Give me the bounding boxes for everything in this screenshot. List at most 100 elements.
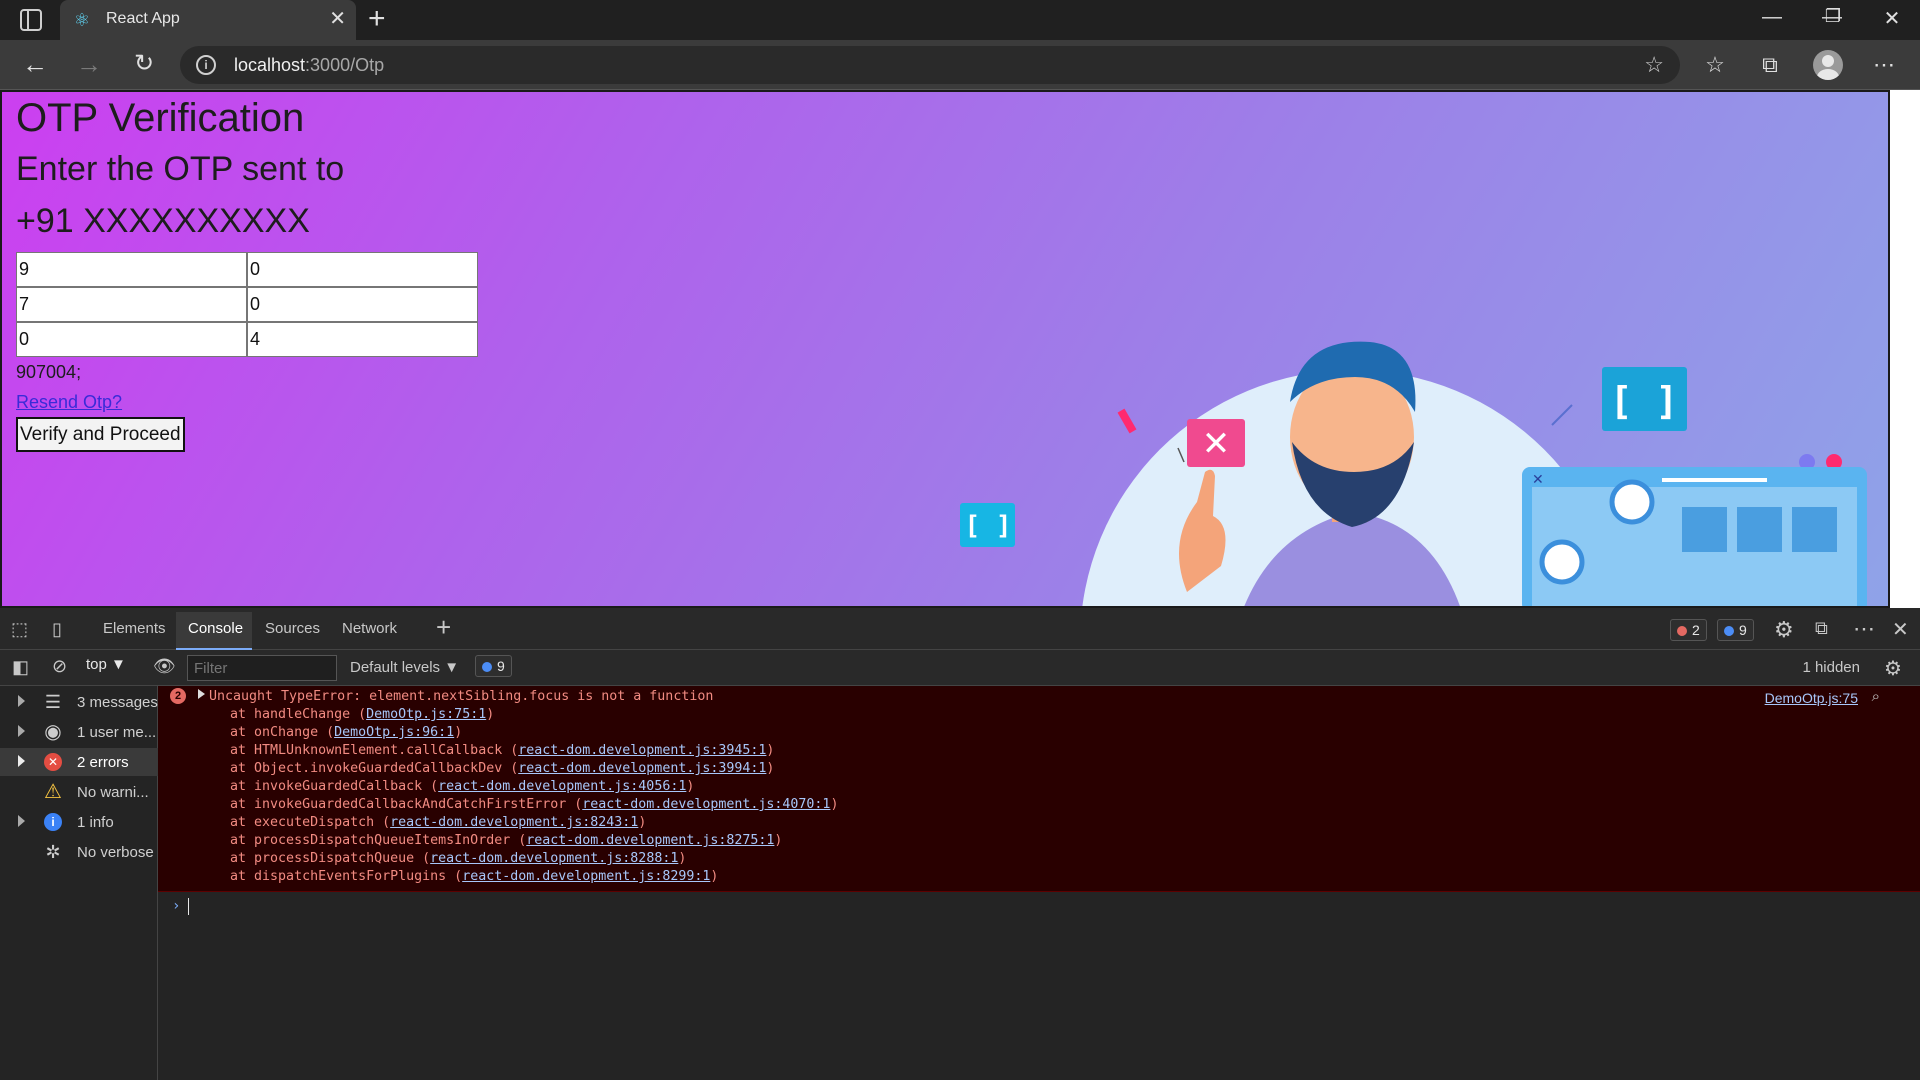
new-tab-icon[interactable]: + <box>368 4 386 34</box>
clear-console-icon[interactable]: ⊘ <box>52 656 67 677</box>
close-window-icon[interactable]: ✕ <box>1872 6 1912 31</box>
favorites-icon[interactable]: ☆ <box>1697 50 1733 80</box>
stack-frame: at dispatchEventsForPlugins (react-dom.d… <box>198 869 719 884</box>
settings-gear-icon[interactable]: ⚙ <box>1774 617 1794 643</box>
error-message[interactable]: 2 Uncaught TypeError: element.nextSiblin… <box>158 686 1920 892</box>
console-prompt-icon: › <box>172 898 181 914</box>
sidebar-item-warnings[interactable]: ⚠ No warni... <box>0 778 158 806</box>
stack-frame-link[interactable]: react-dom.development.js:8288:1 <box>430 851 678 866</box>
sidebar-item-messages[interactable]: ☰ 3 messages <box>0 688 158 716</box>
expand-caret-icon[interactable] <box>18 755 25 767</box>
stack-frame: at HTMLUnknownElement.callCallback (reac… <box>198 743 775 758</box>
console-sidebar: ☰ 3 messages ◉ 1 user me... ✕ 2 errors ⚠… <box>0 686 158 1080</box>
stack-frame-link[interactable]: react-dom.development.js:4056:1 <box>438 779 686 794</box>
stack-frame-link[interactable]: react-dom.development.js:3945:1 <box>518 743 766 758</box>
stack-frame: at onChange (DemoOtp.js:96:1) <box>198 725 463 740</box>
tab-network[interactable]: Network <box>342 620 397 637</box>
dock-side-icon[interactable]: ⧉ <box>1815 618 1828 639</box>
info-count-badge[interactable]: 9 <box>1717 619 1754 641</box>
sidebar-toggle-icon[interactable]: ◧ <box>12 657 29 678</box>
address-toolbar: ← → ↻ i localhost:3000/Otp ☆ ☆ ⧉ ⋯ <box>0 40 1920 90</box>
stack-frame-link[interactable]: react-dom.development.js:8299:1 <box>462 869 710 884</box>
error-icon: ✕ <box>44 753 62 771</box>
otp-input-6[interactable] <box>247 322 478 357</box>
device-toolbar-icon[interactable]: ▯ <box>52 619 62 640</box>
sidebar-item-verbose[interactable]: ✲ No verbose <box>0 838 158 866</box>
error-text: Uncaught TypeError: element.nextSibling.… <box>198 689 839 884</box>
issues-badge[interactable]: 9 <box>475 655 512 677</box>
stack-frame: at executeDispatch (react-dom.developmen… <box>198 815 647 830</box>
stack-frame: at handleChange (DemoOtp.js:75:1) <box>198 707 495 722</box>
error-source-link[interactable]: DemoOtp.js:75 <box>1765 690 1858 706</box>
sidebar-item-errors[interactable]: ✕ 2 errors <box>0 748 158 776</box>
console-filter-input[interactable] <box>187 655 337 681</box>
tab-title: React App <box>106 10 180 27</box>
stack-frame: at invokeGuardedCallback (react-dom.deve… <box>198 779 695 794</box>
page-scrollbar[interactable] <box>1890 90 1920 608</box>
search-icon[interactable]: ⌕ <box>1872 688 1880 705</box>
stack-frame-link[interactable]: DemoOtp.js:75:1 <box>366 707 486 722</box>
sidebar-item-user-messages[interactable]: ◉ 1 user me... <box>0 718 158 746</box>
customize-menu-icon[interactable]: ⋯ <box>1853 616 1875 642</box>
svg-text:[ ]: [ ] <box>1610 379 1679 423</box>
browser-tab[interactable]: ⚛ React App ✕ <box>60 0 356 40</box>
sidebar-item-info[interactable]: i 1 info <box>0 808 158 836</box>
more-menu-icon[interactable]: ⋯ <box>1866 50 1902 80</box>
minimize-window-icon[interactable]: — <box>1752 6 1792 29</box>
tab-elements[interactable]: Elements <box>103 620 166 637</box>
expand-caret-icon[interactable] <box>18 725 25 737</box>
console-input-caret[interactable] <box>188 898 189 915</box>
otp-input-2[interactable] <box>247 252 478 287</box>
refresh-icon[interactable]: ↻ <box>129 50 159 80</box>
error-count-badge[interactable]: 2 <box>1670 619 1707 641</box>
console-settings-gear-icon[interactable]: ⚙ <box>1884 656 1902 681</box>
otp-input-4[interactable] <box>247 287 478 322</box>
collections-icon[interactable]: ⧉ <box>1752 50 1788 80</box>
close-devtools-icon[interactable]: ✕ <box>1892 617 1909 642</box>
stack-frame-link[interactable]: react-dom.development.js:4070:1 <box>582 797 830 812</box>
expand-caret-icon[interactable] <box>18 815 25 827</box>
forward-icon[interactable]: → <box>74 50 104 80</box>
verify-button[interactable]: Verify and Proceed <box>16 417 185 452</box>
stack-frame-link[interactable]: react-dom.development.js:3994:1 <box>518 761 766 776</box>
tab-console[interactable]: Console <box>188 620 243 637</box>
list-icon: ☰ <box>44 692 62 712</box>
stack-frame: at processDispatchQueueItemsInOrder (rea… <box>198 833 783 848</box>
tab-sources[interactable]: Sources <box>265 620 320 637</box>
phone-number: +91 XXXXXXXXXX <box>16 202 310 240</box>
favorite-star-icon[interactable]: ☆ <box>1644 52 1664 78</box>
url-text: localhost:3000/Otp <box>234 55 385 75</box>
otp-input-1[interactable] <box>16 252 247 287</box>
otp-instruction: Enter the OTP sent to <box>16 150 345 188</box>
more-tabs-icon[interactable]: + <box>436 612 451 643</box>
error-count-icon: 2 <box>170 688 186 704</box>
devtools-panel: ⬚ ▯ Elements Console Sources Network + 2… <box>0 608 1920 1080</box>
page-viewport: OTP Verification Enter the OTP sent to +… <box>0 90 1890 608</box>
log-levels-dropdown[interactable]: Default levels ▼ <box>350 659 459 676</box>
stack-frame-link[interactable]: react-dom.development.js:8275:1 <box>526 833 774 848</box>
react-favicon-icon: ⚛ <box>73 10 91 30</box>
url-field[interactable]: i localhost:3000/Otp ☆ <box>180 46 1680 84</box>
resend-otp-link[interactable]: Resend Otp? <box>16 392 122 413</box>
inspect-element-icon[interactable]: ⬚ <box>11 619 28 640</box>
console-filter-bar: ◧ ⊘ top ▼ 👁 Default levels ▼ 9 1 hidden … <box>0 650 1920 686</box>
otp-input-5[interactable] <box>16 322 247 357</box>
page-title: OTP Verification <box>16 96 305 140</box>
expand-caret-icon[interactable] <box>18 695 25 707</box>
stack-frame: at Object.invokeGuardedCallbackDev (reac… <box>198 761 775 776</box>
info-icon: i <box>44 813 62 831</box>
tab-close-icon[interactable]: ✕ <box>329 8 346 30</box>
expand-error-caret-icon[interactable] <box>198 689 205 699</box>
stack-frame: at invokeGuardedCallbackAndCatchFirstErr… <box>198 797 839 812</box>
live-expression-eye-icon[interactable]: 👁 <box>153 656 176 677</box>
browser-tab-bar: ⚛ React App ✕ + — <box>0 0 1920 40</box>
tab-actions-icon[interactable] <box>20 9 42 31</box>
stack-frame-link[interactable]: react-dom.development.js:8243:1 <box>390 815 638 830</box>
restore-window-icon[interactable]: ❐ <box>1813 6 1853 27</box>
stack-frame-link[interactable]: DemoOtp.js:96:1 <box>334 725 454 740</box>
profile-avatar[interactable] <box>1813 50 1843 80</box>
context-select[interactable]: top ▼ <box>86 656 126 673</box>
site-info-icon[interactable]: i <box>196 55 216 75</box>
back-icon[interactable]: ← <box>20 50 50 80</box>
otp-input-3[interactable] <box>16 287 247 322</box>
